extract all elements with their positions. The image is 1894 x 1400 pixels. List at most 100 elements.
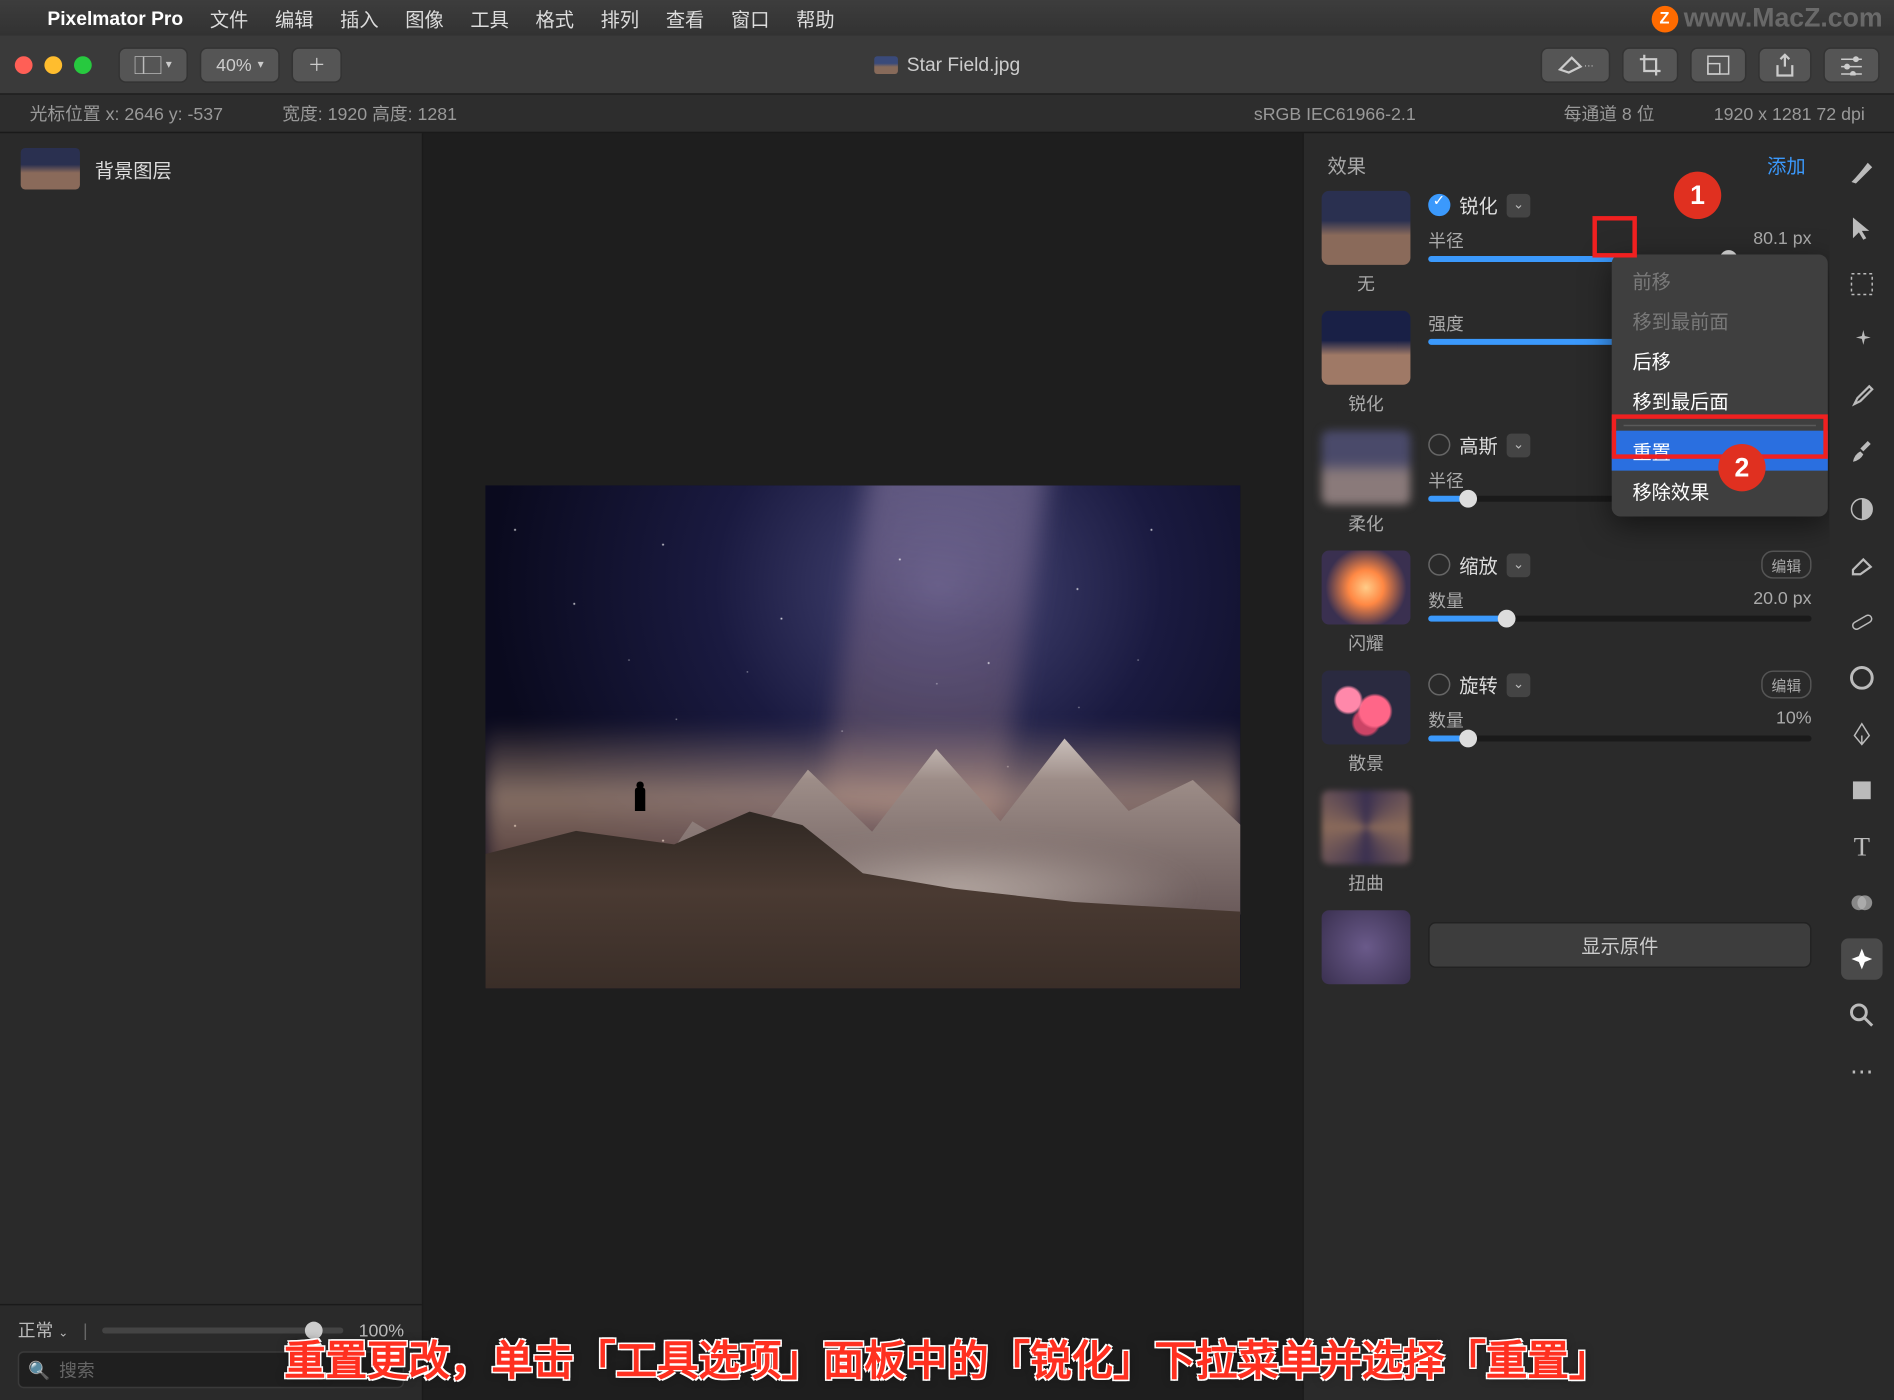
settings-button[interactable]	[1823, 47, 1879, 83]
color-tool[interactable]	[1841, 657, 1882, 698]
add-effect-button[interactable]: 添加	[1767, 151, 1806, 179]
effect-dropdown-zoom[interactable]: ⌄	[1507, 553, 1531, 577]
resize-icon	[1706, 54, 1730, 75]
edit-rotate-button[interactable]: 编辑	[1761, 670, 1811, 698]
menu-tools[interactable]: 工具	[470, 4, 509, 32]
half-circle-icon	[1849, 496, 1876, 523]
share-button[interactable]	[1758, 47, 1811, 83]
menu-edit[interactable]: 编辑	[275, 4, 314, 32]
radius-label: 半径	[1428, 228, 1464, 253]
effect-thumb-kaleidoscope[interactable]	[1322, 910, 1411, 984]
pen-icon	[1849, 721, 1876, 748]
menu-format[interactable]: 格式	[536, 4, 575, 32]
edit-zoom-button[interactable]: 编辑	[1761, 551, 1811, 579]
app-menu[interactable]: Pixelmator Pro	[47, 7, 183, 29]
menu-file[interactable]: 文件	[210, 4, 249, 32]
sliders-icon	[1840, 54, 1864, 75]
cursor-position: 光标位置 x: 2646 y: -537	[30, 101, 223, 126]
right-panel: 效果 添加 无 锐化 ⌄ 半径80.1 px	[1302, 133, 1894, 1400]
menu-insert[interactable]: 插入	[340, 4, 379, 32]
effects-panel: 效果 添加 无 锐化 ⌄ 半径80.1 px	[1304, 133, 1829, 1400]
menu-bring-forward: 前移	[1612, 260, 1828, 300]
status-bar: 光标位置 x: 2646 y: -537 宽度: 1920 高度: 1281 s…	[0, 95, 1894, 133]
layers-panel: 背景图层 正常 ⌄ | 100% 🔍 搜索	[0, 133, 423, 1400]
sidebar-toggle-button[interactable]: ▾	[118, 47, 188, 83]
crop-tool[interactable]	[1841, 320, 1882, 361]
effect-thumb-bokeh[interactable]	[1322, 670, 1411, 744]
system-menubar: Pixelmator Pro 文件 编辑 插入 图像 工具 格式 排列 查看 窗…	[0, 0, 1894, 36]
menu-send-backward[interactable]: 后移	[1612, 340, 1828, 380]
effect-label-twist: 扭曲	[1322, 870, 1411, 895]
effect-label-blur: 柔化	[1322, 511, 1411, 536]
annotation-callout-2: 2	[1718, 444, 1765, 491]
marquee-icon	[1849, 271, 1876, 298]
menu-view[interactable]: 查看	[666, 4, 705, 32]
resolution-info: 1920 x 1281 72 dpi	[1714, 103, 1865, 124]
effect-thumb-sharpen[interactable]	[1322, 311, 1411, 385]
zoom-dropdown[interactable]: 40%▾	[200, 47, 280, 83]
menu-help[interactable]: 帮助	[796, 4, 835, 32]
effect-checkbox-gaussian[interactable]	[1428, 434, 1450, 456]
zoom-amount-label: 数量	[1428, 588, 1464, 613]
crop-icon	[1638, 53, 1662, 77]
effect-dropdown-gaussian[interactable]: ⌄	[1507, 433, 1531, 457]
effect-checkbox-sharpen[interactable]	[1428, 194, 1450, 216]
arrange-tool[interactable]	[1841, 207, 1882, 248]
rotate-amount-slider[interactable]	[1428, 736, 1811, 742]
canvas-area[interactable]	[423, 133, 1302, 1400]
erase-tool[interactable]	[1841, 545, 1882, 586]
traffic-lights[interactable]	[15, 56, 92, 74]
close-window-button[interactable]	[15, 56, 33, 74]
effect-thumb-twist[interactable]	[1322, 790, 1411, 864]
blend-mode-dropdown[interactable]: 正常 ⌄	[18, 1317, 68, 1342]
crop-tool-button[interactable]	[1622, 47, 1678, 83]
show-original-button[interactable]: 显示原件	[1428, 922, 1811, 968]
effect-checkbox-rotate[interactable]	[1428, 673, 1450, 695]
type-tool[interactable]: T	[1841, 826, 1882, 867]
effect-name-gaussian: 高斯	[1459, 431, 1498, 459]
effect-dropdown-sharpen[interactable]: ⌄	[1507, 193, 1531, 217]
layer-item[interactable]: 背景图层	[0, 133, 422, 204]
style-tool[interactable]	[1841, 151, 1882, 192]
zoom-tool[interactable]	[1841, 995, 1882, 1036]
annotation-callout-1: 1	[1674, 172, 1721, 219]
resize-button[interactable]	[1690, 47, 1746, 83]
effect-checkbox-zoom[interactable]	[1428, 554, 1450, 576]
magnifier-icon	[1849, 1002, 1876, 1029]
color-picker-tool[interactable]	[1841, 376, 1882, 417]
effect-thumb-blur[interactable]	[1322, 431, 1411, 505]
ellipsis-icon: ⋯	[1850, 1057, 1874, 1087]
shape-tool[interactable]	[1841, 770, 1882, 811]
rotate-amount-label: 数量	[1428, 707, 1464, 732]
effect-name-rotate: 旋转	[1459, 670, 1498, 698]
zoom-amount-slider[interactable]	[1428, 616, 1811, 622]
effect-thumb-flare[interactable]	[1322, 551, 1411, 625]
minimize-window-button[interactable]	[44, 56, 62, 74]
eyedropper-icon	[1849, 383, 1876, 410]
more-tools[interactable]: ⋯	[1841, 1051, 1882, 1092]
effect-label-flare: 闪耀	[1322, 630, 1411, 655]
effects-tool[interactable]	[1841, 938, 1882, 979]
color-adjust-tool[interactable]	[1841, 488, 1882, 529]
zoom-window-button[interactable]	[74, 56, 92, 74]
repair-tool[interactable]	[1841, 601, 1882, 642]
effect-thumb-none[interactable]	[1322, 191, 1411, 265]
annotation-highlight-1	[1592, 216, 1636, 257]
eraser-icon	[1557, 54, 1584, 75]
blur-radius-label: 半径	[1428, 468, 1464, 493]
pen-tool[interactable]	[1841, 713, 1882, 754]
effect-label-none: 无	[1322, 271, 1411, 296]
effects-title: 效果	[1328, 151, 1367, 179]
selection-tool[interactable]	[1841, 263, 1882, 304]
add-button[interactable]: ＋	[292, 47, 342, 83]
gradient-tool[interactable]	[1841, 882, 1882, 923]
effect-name-sharpen: 锐化	[1459, 191, 1498, 219]
eraser-tool-button[interactable]: …	[1541, 47, 1611, 83]
tool-sidebar: T ⋯	[1829, 133, 1894, 1400]
channel-depth: 每通道 8 位	[1564, 101, 1655, 126]
menu-window[interactable]: 窗口	[731, 4, 770, 32]
effect-dropdown-rotate[interactable]: ⌄	[1507, 673, 1531, 697]
paint-tool[interactable]	[1841, 432, 1882, 473]
menu-image[interactable]: 图像	[405, 4, 444, 32]
menu-arrange[interactable]: 排列	[601, 4, 640, 32]
